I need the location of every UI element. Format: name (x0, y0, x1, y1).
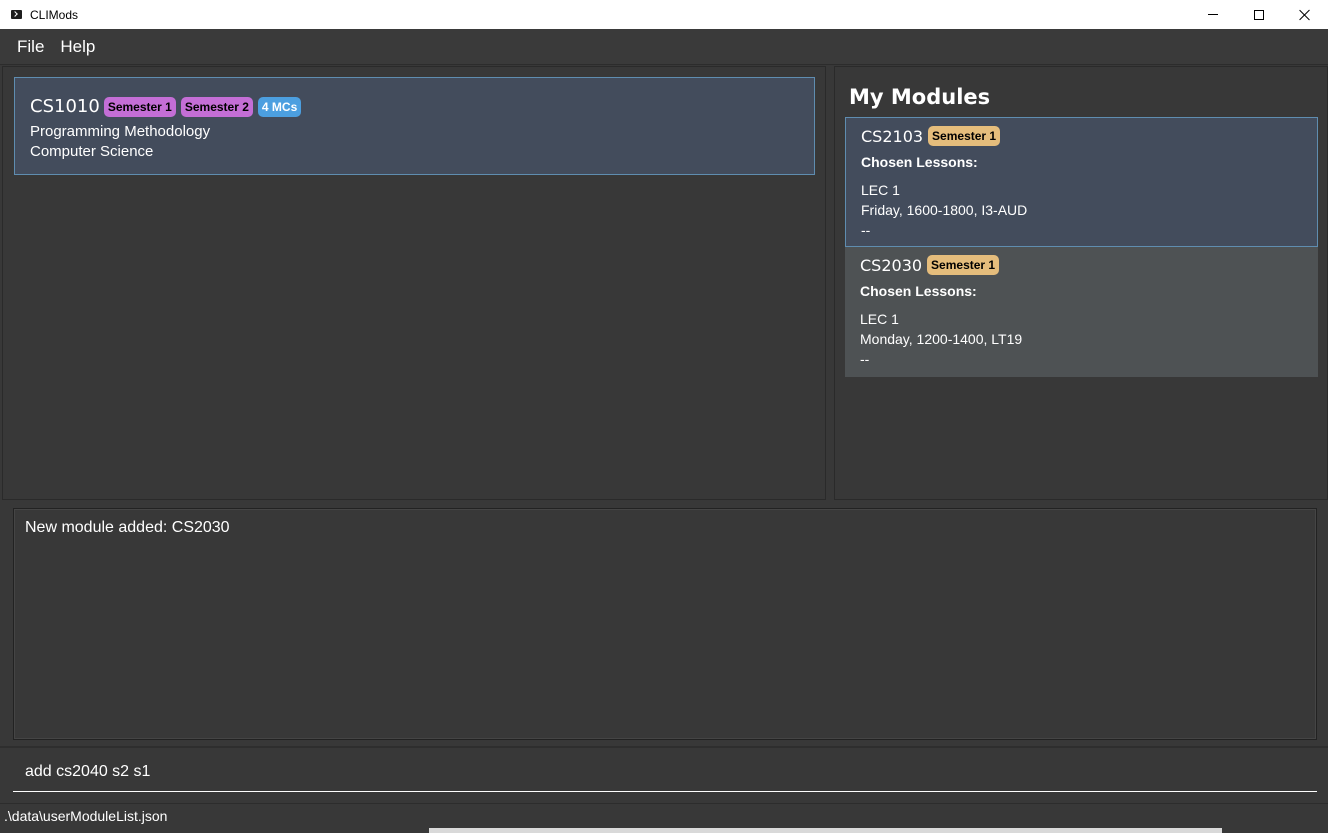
title-bar: CLIMods (0, 0, 1328, 29)
close-icon (1299, 9, 1311, 21)
window-title: CLIMods (30, 7, 79, 22)
user-module-code: CS2103 (861, 126, 924, 146)
result-display[interactable]: New module added: CS2030 (13, 508, 1317, 740)
semester-badge: Semester 1 (928, 126, 1001, 146)
user-module-card[interactable]: CS2030 Semester 1 Chosen Lessons: LEC 1 … (845, 247, 1318, 377)
minimize-button[interactable] (1190, 0, 1236, 29)
my-modules-panel: My Modules CS2103 Semester 1 Chosen Less… (834, 66, 1328, 500)
module-list-panel: CS1010 Semester 1 Semester 2 4 MCs Progr… (2, 66, 826, 500)
lesson-type: LEC 1 (861, 182, 900, 198)
menu-bar: File Help (0, 29, 1328, 65)
maximize-icon (1254, 9, 1264, 20)
result-message: New module added: CS2030 (25, 519, 230, 536)
mc-badge: 4 MCs (257, 96, 302, 117)
maximize-button[interactable] (1236, 0, 1282, 29)
lesson-detail: Friday, 1600-1800, I3-AUD (861, 202, 1028, 218)
module-code: CS1010 (30, 96, 100, 117)
user-module-header: CS2103 Semester 1 (861, 126, 1317, 146)
semester-badge: Semester 1 (927, 255, 1000, 275)
status-bar: .\data\userModuleList.json (0, 803, 1328, 833)
semester-badge: Semester 1 (103, 96, 176, 117)
user-module-card[interactable]: CS2103 Semester 1 Chosen Lessons: LEC 1 … (845, 117, 1318, 247)
menu-file[interactable]: File (9, 37, 52, 57)
command-input[interactable] (25, 763, 1285, 781)
close-button[interactable] (1282, 0, 1328, 29)
terminal-icon (11, 10, 22, 19)
lesson-detail: Monday, 1200-1400, LT19 (860, 331, 1023, 347)
module-header: CS1010 Semester 1 Semester 2 4 MCs (30, 96, 814, 117)
module-card[interactable]: CS1010 Semester 1 Semester 2 4 MCs Progr… (14, 77, 815, 175)
window-controls (1190, 0, 1328, 29)
lesson-type: LEC 1 (860, 311, 899, 327)
chosen-lessons-label: Chosen Lessons: (861, 154, 978, 170)
user-module-code: CS2030 (860, 255, 923, 275)
horizontal-scrollbar[interactable] (429, 828, 1222, 833)
module-title: Programming Methodology (30, 123, 211, 140)
divider (0, 746, 1328, 748)
save-file-path: .\data\userModuleList.json (4, 808, 168, 824)
user-module-header: CS2030 Semester 1 (860, 255, 1318, 275)
minimize-icon (1208, 14, 1218, 15)
menu-help[interactable]: Help (52, 37, 103, 57)
command-box (13, 756, 1317, 792)
my-modules-heading: My Modules (849, 85, 991, 109)
chosen-lessons-label: Chosen Lessons: (860, 283, 977, 299)
lesson-separator: -- (860, 351, 870, 367)
semester-badge: Semester 2 (180, 96, 253, 117)
module-department: Computer Science (30, 143, 154, 160)
lesson-separator: -- (861, 222, 871, 238)
